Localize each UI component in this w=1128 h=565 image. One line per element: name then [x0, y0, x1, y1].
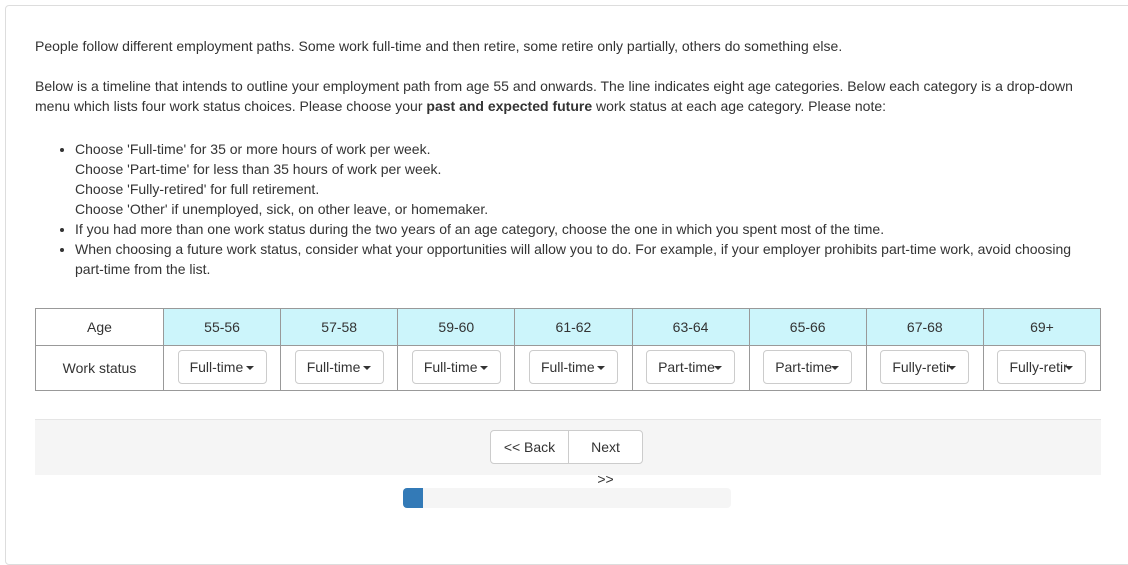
caret-down-icon [362, 365, 371, 370]
note-item-future: When choosing a future work status, cons… [75, 239, 1101, 279]
dropdown-value: Part-time [775, 358, 832, 375]
work-status-dropdown-57-58[interactable]: Full-time [294, 349, 384, 384]
status-cell: Part-time [748, 345, 867, 391]
age-cell: 63-64 [631, 308, 750, 346]
notes-list: Choose 'Full-time' for 35 or more hours … [35, 139, 1101, 279]
back-button[interactable]: << Back [490, 430, 569, 464]
dropdown-value: Fully-retired [1009, 358, 1068, 375]
age-cell: 59-60 [397, 308, 516, 346]
instructions-part-2: work status at each age category. Please… [592, 98, 887, 114]
age-cell: 65-66 [748, 308, 867, 346]
status-cell: Full-time [397, 345, 516, 391]
note-part-time: Choose 'Part-time' for less than 35 hour… [75, 161, 442, 177]
work-status-dropdown-65-66[interactable]: Part-time [763, 349, 853, 384]
caret-down-icon [1065, 365, 1074, 370]
work-status-dropdown-55-56[interactable]: Full-time [177, 349, 267, 384]
navigation-buttons: << Back Next >> [490, 430, 643, 487]
dropdown-value: Full-time [189, 358, 244, 375]
caret-down-icon [596, 365, 605, 370]
caret-down-icon [714, 365, 723, 370]
note-fully-retired: Choose 'Fully-retired' for full retireme… [75, 181, 320, 197]
instructions-text: Below is a timeline that intends to outl… [35, 76, 1101, 116]
work-status-dropdown-63-64[interactable]: Part-time [646, 349, 736, 384]
progress-bar [403, 488, 731, 508]
age-cell: 57-58 [280, 308, 399, 346]
note-item-choices: Choose 'Full-time' for 35 or more hours … [75, 139, 1101, 219]
progress-fill [403, 488, 423, 508]
caret-down-icon [479, 365, 488, 370]
instructions-emphasis: past and expected future [426, 98, 593, 114]
work-status-dropdown-59-60[interactable]: Full-time [411, 349, 501, 384]
status-cell: Part-time [631, 345, 750, 391]
dropdown-value: Fully-retired [892, 358, 951, 375]
caret-down-icon [245, 365, 254, 370]
work-status-dropdown-67-68[interactable]: Fully-retired [880, 349, 970, 384]
status-cell: Full-time [514, 345, 633, 391]
age-header: Age [35, 308, 164, 346]
dropdown-value: Full-time [306, 358, 361, 375]
note-item-multiple: If you had more than one work status dur… [75, 219, 1101, 239]
caret-down-icon [831, 365, 840, 370]
work-status-dropdown-61-62[interactable]: Full-time [528, 349, 618, 384]
status-cell: Full-time [162, 345, 282, 391]
age-cell: 55-56 [162, 308, 282, 346]
status-cell: Full-time [280, 345, 399, 391]
work-status-table: Age 55-56 57-58 59-60 61-62 63-64 65-66 … [35, 308, 1102, 391]
age-row: Age 55-56 57-58 59-60 61-62 63-64 65-66 … [35, 308, 1102, 346]
next-button[interactable]: Next >> [568, 430, 643, 487]
work-status-header: Work status [35, 345, 164, 391]
work-status-row: Work status Full-time Full-time Full-tim… [35, 345, 1102, 391]
age-cell: 61-62 [514, 308, 633, 346]
work-status-dropdown-69-plus[interactable]: Fully-retired [997, 349, 1087, 384]
navigation-bar: << Back Next >> [35, 419, 1101, 487]
age-cell: 69+ [982, 308, 1102, 346]
dropdown-value: Full-time [423, 358, 478, 375]
status-cell: Fully-retired [982, 345, 1102, 391]
dropdown-value: Full-time [540, 358, 595, 375]
intro-text: People follow different employment paths… [35, 38, 843, 54]
status-cell: Fully-retired [865, 345, 984, 391]
caret-down-icon [948, 365, 957, 370]
dropdown-value: Part-time [658, 358, 715, 375]
note-other: Choose 'Other' if unemployed, sick, on o… [75, 201, 489, 217]
note-full-time: Choose 'Full-time' for 35 or more hours … [75, 141, 431, 157]
age-cell: 67-68 [865, 308, 984, 346]
